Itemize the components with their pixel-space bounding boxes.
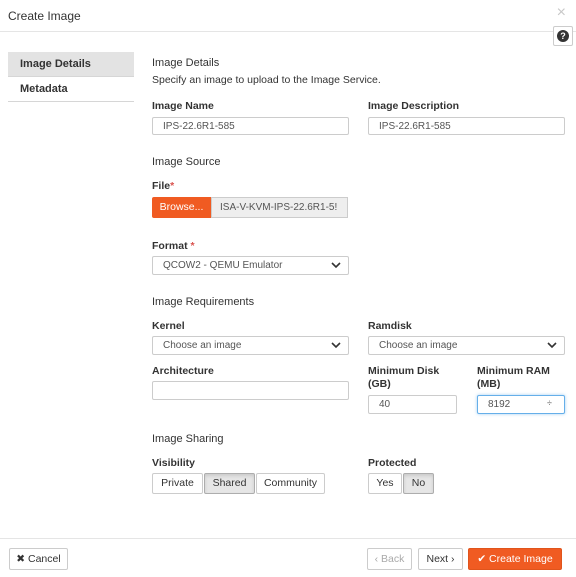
create-image-modal: Create Image × ? Image Details Metadata … xyxy=(0,0,576,576)
min-ram-value: 8192 xyxy=(488,399,511,410)
section-heading-source: Image Source xyxy=(152,156,221,168)
next-button[interactable]: Next › xyxy=(418,548,463,570)
visibility-shared-button[interactable]: Shared xyxy=(204,473,255,494)
close-icon[interactable]: × xyxy=(557,5,566,21)
min-ram-label: Minimum RAM (MB) xyxy=(477,365,550,390)
details-description: Specify an image to upload to the Image … xyxy=(152,74,381,86)
protected-label: Protected xyxy=(368,457,417,469)
spinner-icon[interactable]: ÷ xyxy=(547,398,552,408)
format-select[interactable]: QCOW2 - QEMU Emulator xyxy=(152,256,349,275)
architecture-label: Architecture xyxy=(152,365,214,377)
kernel-label: Kernel xyxy=(152,320,185,332)
wizard-nav: Image Details Metadata xyxy=(8,52,134,102)
nav-item-image-details[interactable]: Image Details xyxy=(8,52,134,77)
visibility-label: Visibility xyxy=(152,457,195,469)
format-value: QCOW2 - QEMU Emulator xyxy=(163,260,283,271)
min-ram-stepper[interactable]: 8192 ÷ xyxy=(477,395,565,414)
section-heading-sharing: Image Sharing xyxy=(152,433,224,445)
image-name-label: Image Name xyxy=(152,100,214,112)
back-button[interactable]: ‹ Back xyxy=(367,548,412,570)
chevron-down-icon xyxy=(547,342,557,349)
min-disk-input[interactable]: 40 xyxy=(368,395,457,414)
cancel-button[interactable]: ✖ Cancel xyxy=(9,548,68,570)
chevron-down-icon xyxy=(331,262,341,269)
protected-yes-button[interactable]: Yes xyxy=(368,473,402,494)
section-heading-requirements: Image Requirements xyxy=(152,296,255,308)
modal-footer: ✖ Cancel ‹ Back Next › ✔ Create Image xyxy=(0,538,576,577)
modal-header: Create Image × xyxy=(0,0,576,32)
format-label: Format * xyxy=(152,240,195,252)
protected-no-button[interactable]: No xyxy=(403,473,434,494)
help-button[interactable]: ? xyxy=(553,26,573,46)
visibility-private-button[interactable]: Private xyxy=(152,473,203,494)
kernel-select[interactable]: Choose an image xyxy=(152,336,349,355)
create-image-button[interactable]: ✔ Create Image xyxy=(468,548,562,570)
required-mark: * xyxy=(190,240,195,252)
image-description-input[interactable]: IPS-22.6R1-585 xyxy=(368,117,565,135)
kernel-value: Choose an image xyxy=(163,340,242,351)
visibility-community-button[interactable]: Community xyxy=(256,473,325,494)
file-name-field: ISA-V-KVM-IPS-22.6R1-5! xyxy=(211,197,348,218)
file-label: File* xyxy=(152,180,175,192)
required-mark: * xyxy=(170,180,175,192)
ramdisk-label: Ramdisk xyxy=(368,320,412,332)
ramdisk-value: Choose an image xyxy=(379,340,458,351)
min-disk-label: Minimum Disk (GB) xyxy=(368,365,440,390)
architecture-input[interactable] xyxy=(152,381,349,400)
ramdisk-select[interactable]: Choose an image xyxy=(368,336,565,355)
nav-item-metadata[interactable]: Metadata xyxy=(8,77,134,102)
browse-button[interactable]: Browse... xyxy=(152,197,211,218)
chevron-down-icon xyxy=(331,342,341,349)
image-name-input[interactable]: IPS-22.6R1-585 xyxy=(152,117,349,135)
modal-title: Create Image xyxy=(8,9,81,23)
help-icon: ? xyxy=(557,30,569,42)
image-description-label: Image Description xyxy=(368,100,460,112)
section-heading-details: Image Details xyxy=(152,57,220,69)
